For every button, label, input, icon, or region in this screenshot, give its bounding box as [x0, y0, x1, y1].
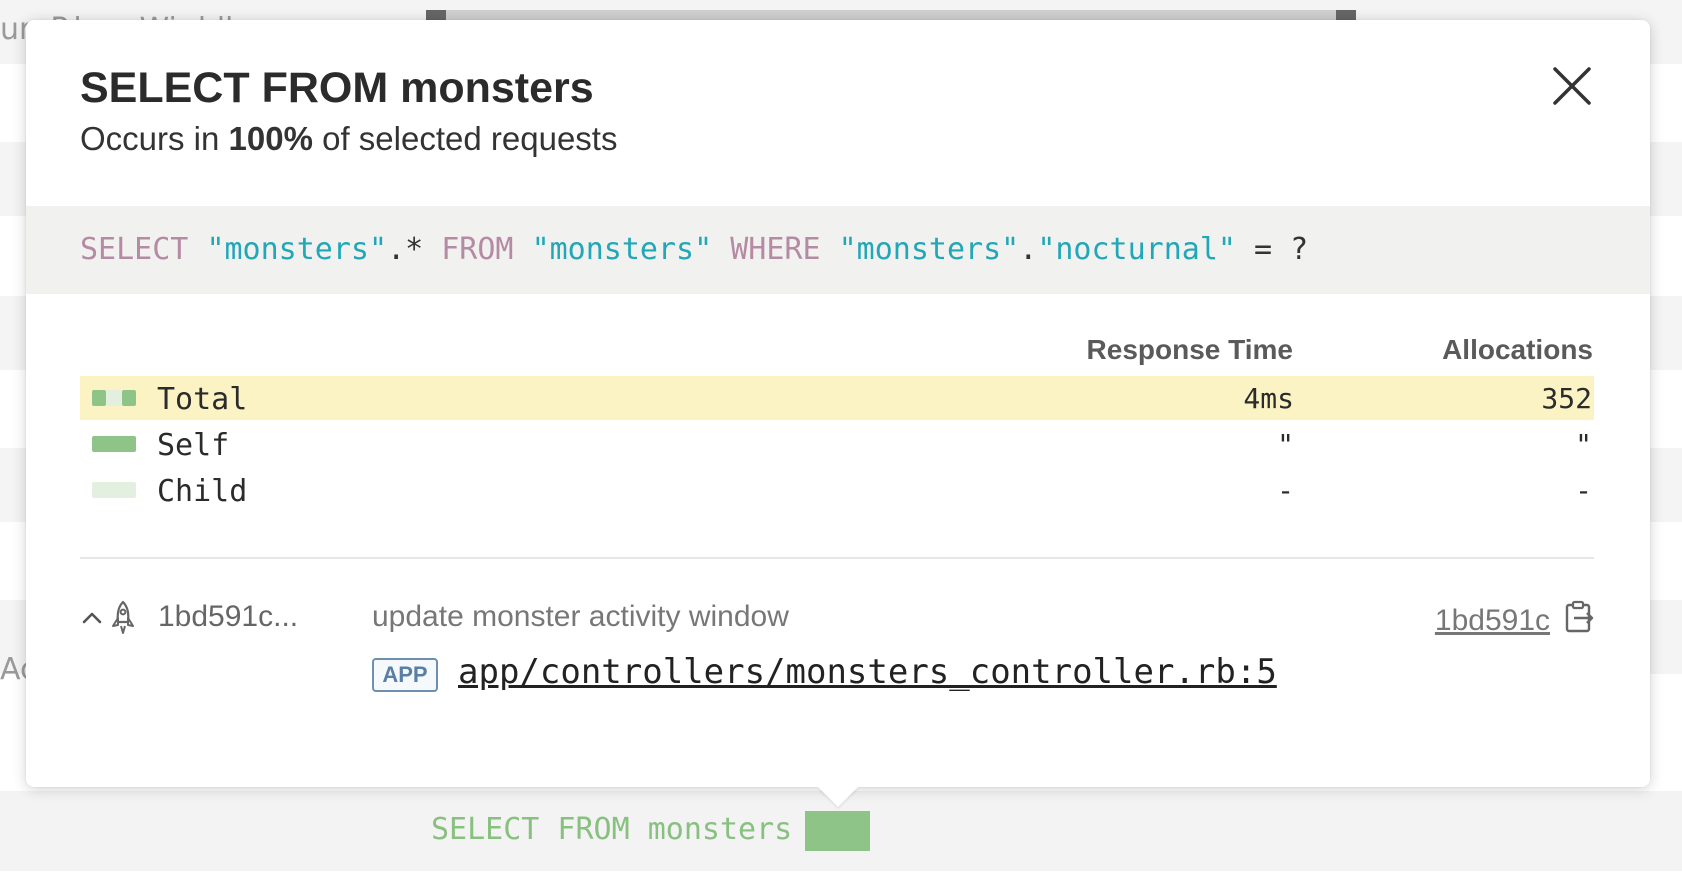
clipboard-icon: [1565, 600, 1594, 633]
metric-allocations: ": [1575, 428, 1592, 461]
child-swatch: [92, 482, 136, 498]
total-swatch-self: [92, 390, 106, 406]
subtitle-suffix: of selected requests: [312, 120, 618, 157]
metric-row-child: Child - -: [80, 468, 1594, 512]
backtrace-row: 1bd591c... update monster activity windo…: [80, 600, 1594, 710]
sql-operator: .*: [387, 232, 424, 267]
commit-link[interactable]: 1bd591c: [1435, 604, 1550, 638]
subtitle-percent: 100%: [228, 120, 313, 157]
metric-allocations: -: [1575, 474, 1592, 507]
sql-keyword: SELECT: [80, 232, 189, 267]
section-divider: [80, 557, 1594, 559]
commit-message: update monster activity window: [372, 600, 789, 633]
metric-label: Self: [157, 428, 230, 463]
subtitle-prefix: Occurs in: [80, 120, 229, 157]
chevron-up-icon: [82, 612, 102, 624]
popover-arrow: [818, 787, 858, 807]
metric-response-time: 4ms: [1243, 382, 1294, 415]
metric-response-time: ": [1277, 428, 1294, 461]
metric-label: Total: [157, 382, 248, 417]
app-badge: APP: [372, 658, 438, 692]
sql-identifier: "nocturnal": [1037, 232, 1236, 267]
copy-button[interactable]: [1564, 600, 1594, 634]
total-swatch-self: [122, 390, 136, 406]
timeline-query-label[interactable]: SELECT FROM monsters: [431, 812, 792, 847]
sql-identifier: "monsters": [838, 232, 1020, 267]
close-icon: [1553, 67, 1591, 105]
sql-query: SELECT "monsters".* FROM "monsters" WHER…: [80, 232, 1308, 267]
metric-row-self: Self " ": [80, 422, 1594, 466]
sql-identifier: "monsters": [206, 232, 388, 267]
metric-allocations: 352: [1541, 382, 1592, 415]
sql-operator: .: [1019, 232, 1038, 267]
rocket-icon: [112, 600, 134, 634]
metric-label: Child: [157, 474, 248, 509]
popover-subtitle: Occurs in 100% of selected requests: [80, 120, 617, 158]
sql-operator: = ?: [1236, 232, 1309, 267]
sql-keyword: WHERE: [730, 232, 821, 267]
self-swatch: [92, 436, 136, 452]
popover-title: SELECT FROM monsters: [80, 64, 594, 112]
query-detail-popover: SELECT FROM monsters Occurs in 100% of s…: [26, 20, 1650, 787]
sql-keyword: FROM: [441, 232, 514, 267]
metric-response-time: -: [1277, 474, 1294, 507]
commit-sha-short: 1bd591c...: [158, 600, 299, 633]
column-header-allocations: Allocations: [1442, 334, 1593, 365]
total-swatch-child: [106, 390, 122, 406]
metric-row-total: Total 4ms 352: [80, 376, 1594, 420]
collapse-button[interactable]: [80, 606, 104, 630]
timeline-query-bar[interactable]: [805, 811, 870, 851]
close-button[interactable]: [1550, 64, 1594, 108]
sql-query-block: SELECT "monsters".* FROM "monsters" WHER…: [26, 206, 1650, 294]
sql-identifier: "monsters": [531, 232, 713, 267]
source-file-link[interactable]: app/controllers/monsters_controller.rb:5: [458, 652, 1277, 692]
column-header-response-time: Response Time: [1086, 334, 1293, 365]
